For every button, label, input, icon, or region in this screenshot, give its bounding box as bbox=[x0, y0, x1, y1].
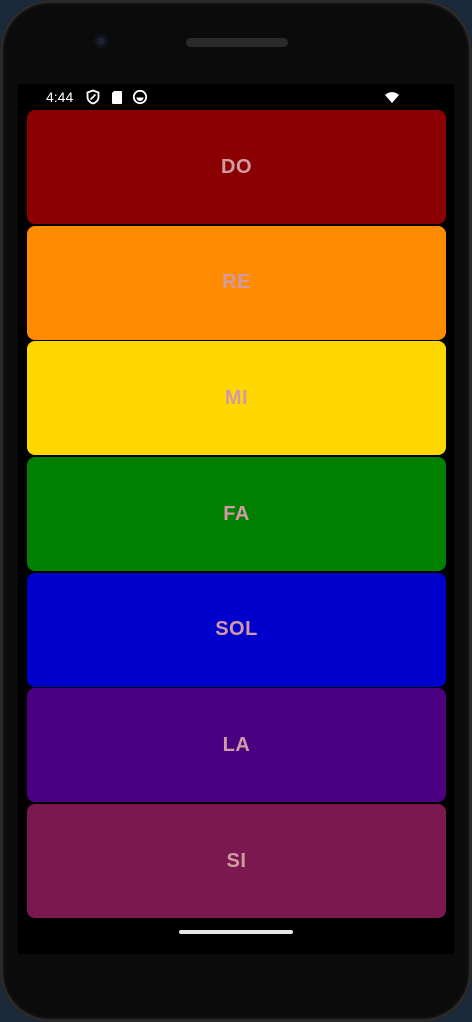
note-tile-si[interactable]: SI bbox=[27, 804, 446, 919]
note-label: DO bbox=[221, 155, 252, 178]
note-label: RE bbox=[222, 271, 251, 294]
note-tile-sol[interactable]: SOL bbox=[27, 572, 446, 687]
note-tiles: DO RE MI FA SOL LA SI bbox=[27, 110, 446, 920]
note-tile-do[interactable]: DO bbox=[27, 110, 446, 224]
shield-icon bbox=[86, 89, 100, 105]
sd-card-icon bbox=[112, 91, 122, 104]
note-label: SI bbox=[226, 849, 247, 872]
note-label: LA bbox=[222, 733, 251, 756]
phone-frame: 4:44 DO RE MI FA SOL LA SI bbox=[0, 0, 472, 1022]
vpn-icon bbox=[132, 89, 148, 105]
screen: 4:44 DO RE MI FA SOL LA SI bbox=[18, 84, 454, 954]
note-label: MI bbox=[224, 386, 249, 409]
status-bar: 4:44 bbox=[18, 84, 454, 110]
front-camera bbox=[94, 34, 108, 48]
navigation-bar bbox=[18, 904, 454, 954]
earpiece-speaker bbox=[186, 38, 288, 47]
note-tile-re[interactable]: RE bbox=[27, 225, 446, 340]
note-tile-la[interactable]: LA bbox=[27, 688, 446, 803]
note-tile-mi[interactable]: MI bbox=[27, 341, 446, 456]
wifi-icon bbox=[385, 92, 399, 103]
note-label: FA bbox=[223, 502, 250, 525]
note-tile-fa[interactable]: FA bbox=[27, 457, 446, 572]
home-indicator[interactable] bbox=[179, 930, 293, 934]
note-label: SOL bbox=[215, 618, 258, 641]
status-time: 4:44 bbox=[46, 89, 74, 105]
